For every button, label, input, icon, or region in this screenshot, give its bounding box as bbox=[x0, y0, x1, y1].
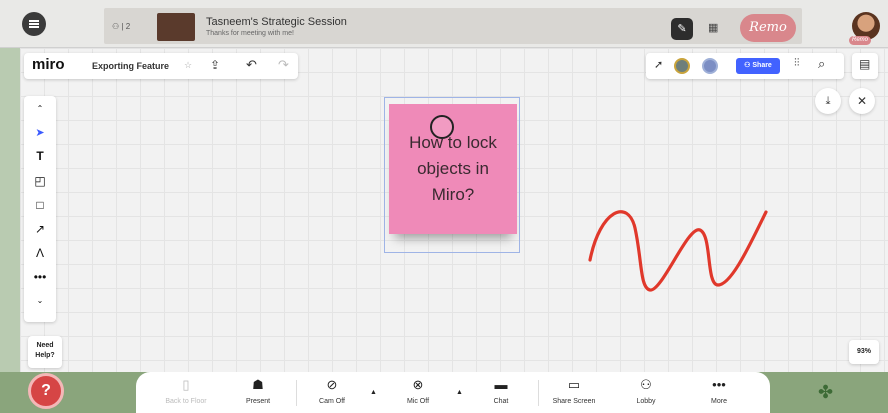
whiteboard-button[interactable]: ✎ bbox=[671, 18, 693, 40]
meeting-controls: ▯ Back to Floor ☗ Present ⊘ Cam Off ▲ ⊗ … bbox=[136, 372, 770, 413]
undo-icon[interactable]: ↶ bbox=[246, 57, 257, 73]
search-icon[interactable]: ⌕ bbox=[818, 56, 825, 72]
background-left bbox=[0, 0, 22, 413]
menu-button[interactable] bbox=[22, 12, 46, 36]
chevron-up-icon[interactable]: ⌃ bbox=[24, 104, 56, 113]
zoom-level[interactable]: 93% bbox=[849, 340, 879, 364]
chat-label: Chat bbox=[493, 398, 509, 405]
miro-top-toolbar: miro Exporting Feature ☆ ⇪ ↶ ↷ bbox=[24, 53, 298, 79]
people-count: ⚇ | 2 bbox=[112, 22, 131, 31]
mic-off-label: Mic Off bbox=[406, 398, 430, 405]
download-icon: ⤓ bbox=[825, 95, 831, 107]
back-to-floor-label: Back to Floor bbox=[165, 398, 207, 405]
notes-button[interactable]: ▤ bbox=[852, 53, 878, 79]
collaborator-avatar[interactable] bbox=[674, 58, 690, 74]
share-label: Share bbox=[752, 62, 772, 69]
share-screen-label: Share Screen bbox=[552, 398, 596, 405]
user-tag: Remo bbox=[849, 36, 871, 45]
calendar-icon[interactable]: ▦ bbox=[708, 21, 718, 34]
text-tool-icon[interactable]: T bbox=[24, 149, 56, 163]
cursor-icon[interactable]: ➚ bbox=[654, 58, 663, 71]
lobby-label: Lobby bbox=[636, 398, 656, 405]
chevron-down-icon[interactable]: ⌄ bbox=[24, 296, 56, 305]
select-tool-icon[interactable]: ➤ bbox=[24, 126, 56, 139]
mic-off-button[interactable]: ⊗ Mic Off bbox=[388, 376, 448, 405]
cam-off-button[interactable]: ⊘ Cam Off bbox=[302, 376, 362, 405]
floor-icon: ▯ bbox=[182, 377, 190, 392]
close-button[interactable]: ✕ bbox=[849, 88, 875, 114]
settings-sliders-icon[interactable]: ⫶⫶ bbox=[794, 57, 800, 70]
notes-icon: ▤ bbox=[859, 57, 871, 71]
board-name[interactable]: Exporting Feature bbox=[92, 61, 169, 71]
pointer-cursor bbox=[430, 115, 454, 139]
pen-tool-icon[interactable]: ↗ bbox=[24, 222, 56, 236]
more-button[interactable]: ••• More bbox=[689, 376, 749, 405]
divider bbox=[538, 380, 539, 406]
present-label: Present bbox=[245, 398, 271, 405]
cam-off-label: Cam Off bbox=[319, 398, 345, 405]
share-screen-button[interactable]: ▭ Share Screen bbox=[544, 376, 604, 405]
connection-line-tool-icon[interactable]: Λ bbox=[24, 246, 56, 260]
close-icon: ✕ bbox=[856, 94, 868, 108]
help-button[interactable]: ? bbox=[28, 373, 64, 409]
star-icon[interactable]: ☆ bbox=[184, 60, 192, 71]
freehand-drawing[interactable] bbox=[580, 200, 780, 300]
session-subtitle: Thanks for meeting with me! bbox=[206, 30, 294, 37]
mic-off-icon: ⊗ bbox=[412, 377, 424, 392]
hamburger-icon bbox=[29, 23, 39, 25]
present-icon: ☗ bbox=[252, 377, 264, 392]
collaborator-avatar[interactable] bbox=[702, 58, 718, 74]
export-icon[interactable]: ⇪ bbox=[210, 58, 220, 72]
lobby-button[interactable]: ⚇ Lobby bbox=[616, 376, 676, 405]
more-icon: ••• bbox=[712, 377, 726, 392]
remo-logo: Remo bbox=[740, 14, 796, 42]
cam-options-caret-icon[interactable]: ▲ bbox=[370, 389, 377, 396]
session-title: Tasneem's Strategic Session bbox=[206, 16, 347, 28]
download-button[interactable]: ⤓ bbox=[815, 88, 841, 114]
more-label: More bbox=[711, 398, 727, 405]
shape-tool-icon[interactable]: □ bbox=[24, 198, 56, 212]
people-count-value: 2 bbox=[125, 22, 131, 31]
lobby-icon: ⚇ bbox=[640, 377, 652, 392]
chat-button[interactable]: ▬ Chat bbox=[471, 376, 531, 405]
chat-icon: ▬ bbox=[494, 377, 508, 392]
need-help-tooltip: Need Help? bbox=[28, 336, 62, 368]
mic-options-caret-icon[interactable]: ▲ bbox=[456, 389, 463, 396]
redo-icon[interactable]: ↷ bbox=[278, 57, 289, 73]
leaf-icon: ✤ bbox=[818, 382, 834, 402]
camera-off-icon: ⊘ bbox=[326, 377, 338, 392]
miro-tools-toolbar: ⌃ ➤ T ◰ □ ↗ Λ ••• ⌄ bbox=[24, 96, 56, 322]
more-tools-icon[interactable]: ••• bbox=[24, 270, 56, 284]
collaboration-toolbar: ➚ ⚇ Share ⫶⫶ ⌕ bbox=[646, 53, 844, 79]
sticky-note-tool-icon[interactable]: ◰ bbox=[24, 174, 56, 188]
share-screen-icon: ▭ bbox=[567, 377, 581, 392]
share-button[interactable]: ⚇ Share bbox=[736, 58, 780, 74]
session-thumbnail bbox=[157, 13, 195, 41]
divider bbox=[296, 380, 297, 406]
back-to-floor-button[interactable]: ▯ Back to Floor bbox=[156, 376, 216, 405]
miro-logo[interactable]: miro bbox=[32, 56, 65, 73]
present-button[interactable]: ☗ Present bbox=[228, 376, 288, 405]
